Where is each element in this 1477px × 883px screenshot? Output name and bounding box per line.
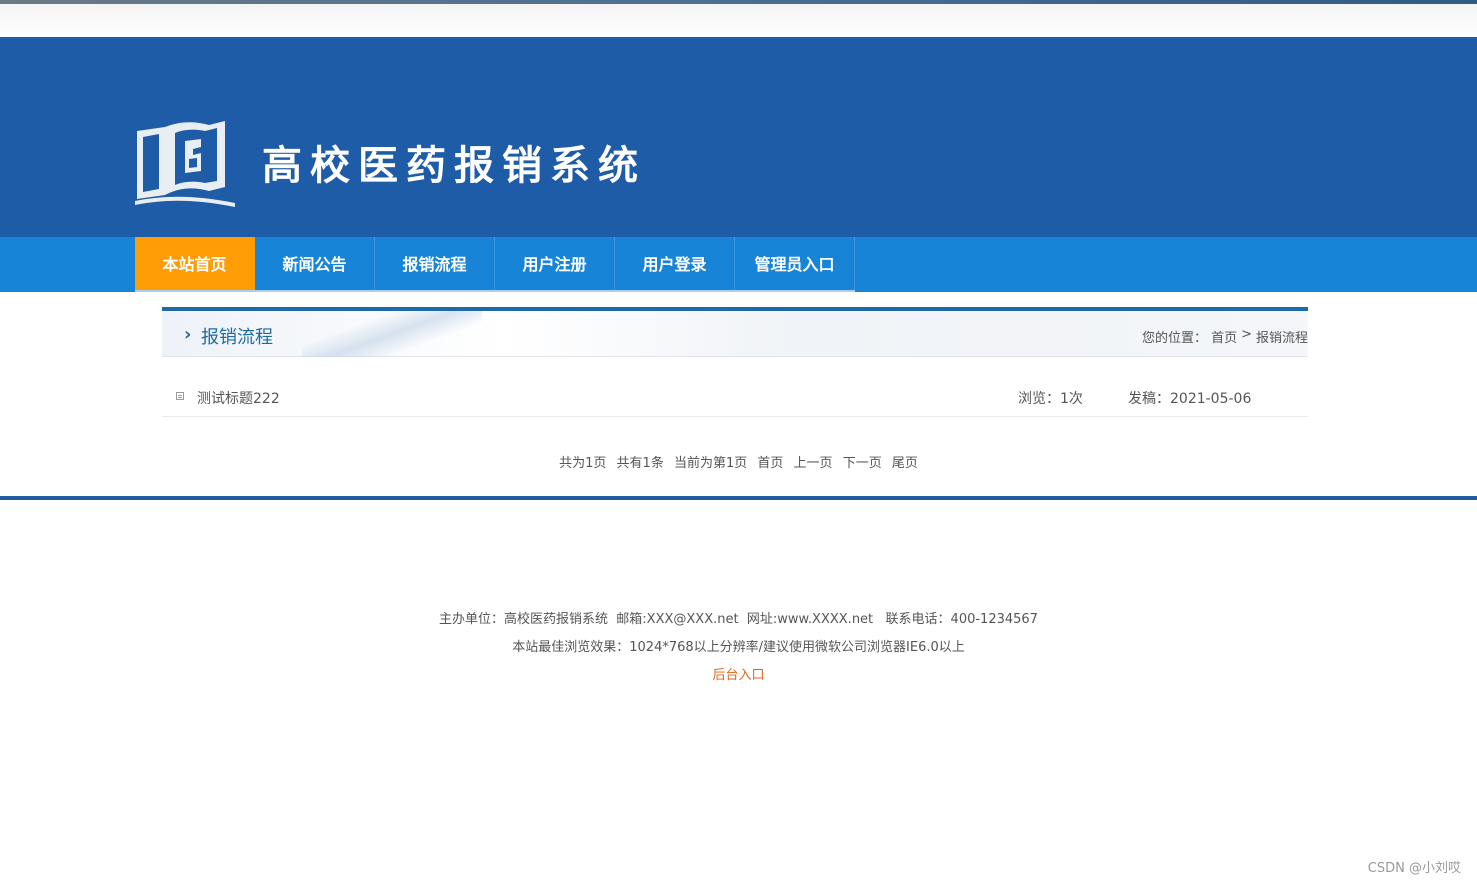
content-box: › 报销流程 您的位置： 首页 > 报销流程 测试标题222 浏览：1次 发稿：… (162, 307, 1308, 417)
section-title: 报销流程 (201, 327, 273, 348)
breadcrumb: 您的位置： 首页 > 报销流程 (1142, 327, 1308, 346)
document-icon (176, 392, 184, 400)
list-item: 测试标题222 浏览：1次 发稿：2021-05-06 (162, 357, 1308, 417)
footer-divider (0, 496, 1477, 500)
list-item-views: 浏览：1次 (1018, 391, 1083, 407)
nav-item-admin[interactable]: 管理员入口 (735, 237, 855, 292)
top-strip (0, 0, 1477, 37)
chevron-right-icon: › (184, 324, 192, 345)
nav-item-login[interactable]: 用户登录 (615, 237, 735, 292)
section-header: › 报销流程 您的位置： 首页 > 报销流程 (162, 307, 1308, 357)
pager-last-link[interactable]: 尾页 (892, 456, 918, 471)
nav-item-register[interactable]: 用户注册 (495, 237, 615, 292)
header-banner: 高校医药报销系统 (0, 37, 1477, 237)
nav-item-news[interactable]: 新闻公告 (255, 237, 375, 292)
breadcrumb-separator: > (1241, 327, 1252, 342)
footer-browser-line: 本站最佳浏览效果：1024*768以上分辨率/建议使用微软公司浏览器IE6.0以… (512, 640, 965, 655)
list-item-title-link[interactable]: 测试标题222 (197, 388, 280, 408)
pager-total-items: 共有1条 (616, 456, 664, 471)
pager-current-page: 当前为第1页 (673, 456, 748, 471)
pager-prev-link[interactable]: 上一页 (794, 456, 833, 471)
main-nav: 本站首页 新闻公告 报销流程 用户注册 用户登录 管理员入口 (0, 237, 1477, 292)
pagination: 共为1页 共有1条 当前为第1页 首页 上一页 下一页 尾页 (0, 452, 1477, 471)
book-logo-icon (135, 121, 235, 207)
breadcrumb-current-link[interactable]: 报销流程 (1256, 327, 1308, 346)
pager-next-link[interactable]: 下一页 (843, 456, 882, 471)
site-title: 高校医药报销系统 (262, 143, 646, 189)
pager-total-pages: 共为1页 (559, 456, 607, 471)
admin-backend-link[interactable]: 后台入口 (712, 668, 764, 683)
nav-item-home[interactable]: 本站首页 (135, 237, 255, 292)
footer: 主办单位：高校医药报销系统 邮箱:XXX@XXX.net 网址:www.XXXX… (0, 606, 1477, 690)
breadcrumb-home-link[interactable]: 首页 (1211, 327, 1237, 346)
list-item-date: 发稿：2021-05-06 (1128, 391, 1252, 407)
footer-contact-line: 主办单位：高校医药报销系统 邮箱:XXX@XXX.net 网址:www.XXXX… (439, 612, 1038, 627)
pager-first-link[interactable]: 首页 (757, 456, 783, 471)
watermark: CSDN @小刘哎 (1367, 861, 1461, 876)
breadcrumb-prefix: 您的位置： (1142, 331, 1208, 346)
nav-item-process[interactable]: 报销流程 (375, 237, 495, 292)
nav-underline (135, 290, 855, 292)
